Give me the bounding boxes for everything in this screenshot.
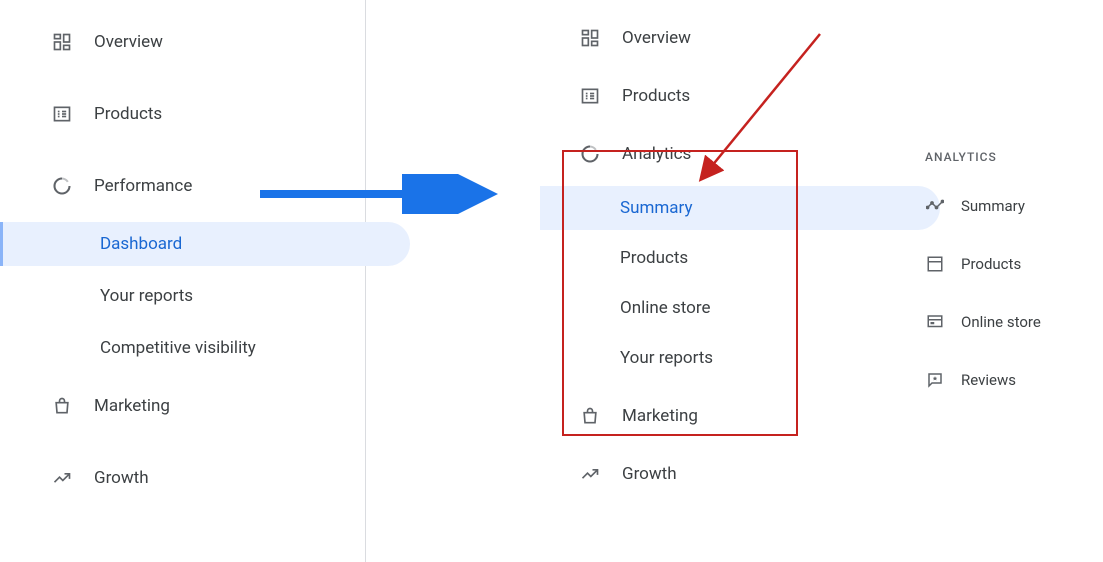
web-icon — [925, 313, 945, 331]
nav-growth[interactable]: Growth — [0, 456, 362, 500]
nav-label: Reviews — [961, 371, 1016, 389]
right-nav: ANALYTICS Summary Products Online store … — [925, 150, 1103, 400]
nav-label: Analytics — [622, 144, 691, 164]
nav-label: Summary — [620, 198, 692, 218]
nav-dashboard[interactable]: Dashboard — [0, 222, 410, 266]
nav-label: Growth — [622, 464, 677, 484]
dashboard-icon — [580, 28, 600, 48]
middle-nav: Overview Products Analytics Summary Prod… — [540, 0, 940, 496]
nav-label: Online store — [620, 298, 710, 318]
nav-label: Marketing — [622, 406, 698, 426]
nav-label: Summary — [961, 197, 1025, 215]
nav-overview[interactable]: Overview — [540, 16, 880, 60]
nav-products[interactable]: Products — [925, 244, 1103, 284]
dashboard-icon — [52, 32, 72, 52]
star-comment-icon — [925, 371, 945, 389]
bag-icon — [52, 396, 72, 416]
growth-icon — [52, 468, 72, 488]
nav-label: Marketing — [94, 396, 170, 416]
nav-products[interactable]: Products — [540, 74, 880, 118]
list-icon — [52, 104, 72, 124]
nav-performance[interactable]: Performance — [0, 164, 362, 208]
nav-label: Your reports — [100, 286, 193, 306]
nav-competitive-visibility[interactable]: Competitive visibility — [0, 326, 410, 370]
nav-products[interactable]: Products — [0, 92, 362, 136]
nav-analytics[interactable]: Analytics — [540, 132, 880, 176]
nav-marketing[interactable]: Marketing — [540, 394, 880, 438]
bag-icon — [580, 406, 600, 426]
nav-online-store[interactable]: Online store — [925, 302, 1103, 342]
left-nav: Overview Products Performance Dashboard … — [0, 0, 410, 500]
nav-label: Performance — [94, 176, 192, 196]
nav-label: Products — [620, 248, 688, 268]
nav-label: Competitive visibility — [100, 338, 256, 358]
nav-label: Your reports — [620, 348, 713, 368]
nav-growth[interactable]: Growth — [540, 452, 880, 496]
nav-your-reports[interactable]: Your reports — [0, 274, 410, 318]
list-icon — [580, 86, 600, 106]
donut-icon — [52, 176, 72, 196]
nav-label: Overview — [622, 28, 691, 48]
nav-label: Dashboard — [100, 234, 182, 254]
nav-label: Products — [622, 86, 690, 106]
nav-online-store[interactable]: Online store — [540, 286, 940, 330]
nav-overview[interactable]: Overview — [0, 20, 362, 64]
nav-your-reports[interactable]: Your reports — [540, 336, 940, 380]
nav-label: Overview — [94, 32, 163, 52]
growth-icon — [580, 464, 600, 484]
nav-reviews[interactable]: Reviews — [925, 360, 1103, 400]
nav-label: Products — [94, 104, 162, 124]
nav-label: Products — [961, 255, 1021, 273]
nav-summary[interactable]: Summary — [925, 186, 1103, 226]
nav-label: Growth — [94, 468, 149, 488]
donut-icon — [580, 144, 600, 164]
timeline-icon — [925, 197, 945, 215]
nav-summary[interactable]: Summary — [540, 186, 940, 230]
nav-label: Online store — [961, 313, 1041, 331]
box-icon — [925, 255, 945, 273]
nav-marketing[interactable]: Marketing — [0, 384, 362, 428]
analytics-header: ANALYTICS — [925, 150, 1103, 164]
nav-products-sub[interactable]: Products — [540, 236, 940, 280]
